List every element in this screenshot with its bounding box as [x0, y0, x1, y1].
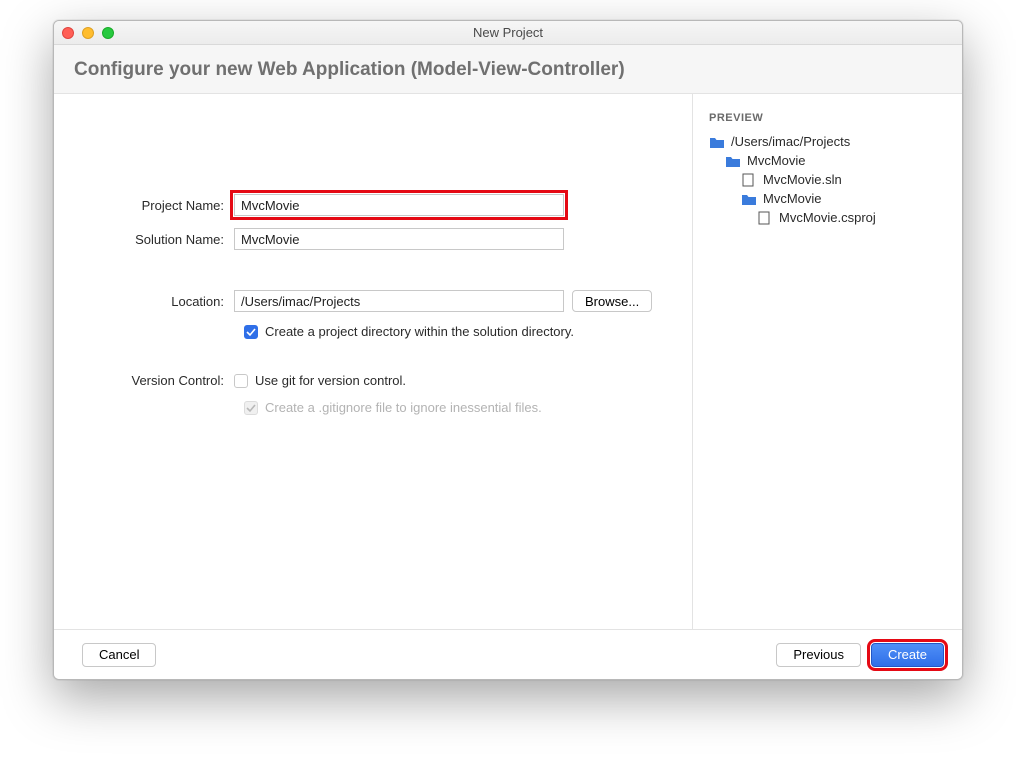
- tree-folder: MvcMovie: [709, 151, 946, 170]
- location-row: Location: Browse...: [94, 290, 672, 312]
- check-icon: [246, 327, 256, 337]
- project-name-row: Project Name:: [94, 194, 672, 216]
- file-icon: [757, 211, 773, 225]
- tree-folder: MvcMovie: [709, 189, 946, 208]
- page-heading: Configure your new Web Application (Mode…: [54, 45, 962, 94]
- minimize-window-button[interactable]: [82, 27, 94, 39]
- version-control-label: Version Control:: [94, 373, 234, 388]
- new-project-window: New Project Configure your new Web Appli…: [53, 20, 963, 680]
- tree-file: MvcMovie.sln: [709, 170, 946, 189]
- titlebar: New Project: [54, 21, 962, 45]
- use-git-checkbox[interactable]: [234, 374, 248, 388]
- gitignore-label: Create a .gitignore file to ignore iness…: [265, 400, 542, 415]
- cancel-button[interactable]: Cancel: [82, 643, 156, 667]
- project-name-input[interactable]: [234, 194, 564, 216]
- location-label: Location:: [94, 294, 234, 309]
- create-directory-checkbox[interactable]: [244, 325, 258, 339]
- tree-label: MvcMovie.sln: [763, 172, 842, 187]
- project-name-label: Project Name:: [94, 198, 234, 213]
- solution-name-label: Solution Name:: [94, 232, 234, 247]
- dialog-body: Project Name: Solution Name: Location: B…: [54, 94, 962, 629]
- gitignore-checkbox-row: Create a .gitignore file to ignore iness…: [244, 400, 672, 415]
- solution-name-row: Solution Name:: [94, 228, 672, 250]
- version-control-row: Version Control: Use git for version con…: [94, 373, 672, 388]
- create-button[interactable]: Create: [871, 643, 944, 667]
- tree-label: MvcMovie.csproj: [779, 210, 876, 225]
- zoom-window-button[interactable]: [102, 27, 114, 39]
- location-input[interactable]: [234, 290, 564, 312]
- window-controls: [62, 27, 114, 39]
- use-git-label: Use git for version control.: [255, 373, 406, 388]
- folder-icon: [709, 135, 725, 149]
- preview-title: PREVIEW: [709, 112, 946, 124]
- file-icon: [741, 173, 757, 187]
- tree-folder: /Users/imac/Projects: [709, 132, 946, 151]
- check-icon: [246, 403, 256, 413]
- gitignore-checkbox: [244, 401, 258, 415]
- folder-icon: [725, 154, 741, 168]
- folder-icon: [741, 192, 757, 206]
- previous-button[interactable]: Previous: [776, 643, 861, 667]
- footer: Cancel Previous Create: [54, 629, 962, 679]
- create-directory-label: Create a project directory within the so…: [265, 324, 574, 339]
- window-title: New Project: [54, 25, 962, 40]
- tree-label: MvcMovie: [763, 191, 822, 206]
- tree-label: /Users/imac/Projects: [731, 134, 850, 149]
- create-directory-checkbox-row[interactable]: Create a project directory within the so…: [244, 324, 672, 339]
- close-window-button[interactable]: [62, 27, 74, 39]
- solution-name-input[interactable]: [234, 228, 564, 250]
- tree-label: MvcMovie: [747, 153, 806, 168]
- preview-panel: PREVIEW /Users/imac/Projects MvcMovie Mv…: [692, 94, 962, 629]
- tree-file: MvcMovie.csproj: [709, 208, 946, 227]
- form-area: Project Name: Solution Name: Location: B…: [54, 94, 692, 629]
- browse-button[interactable]: Browse...: [572, 290, 652, 312]
